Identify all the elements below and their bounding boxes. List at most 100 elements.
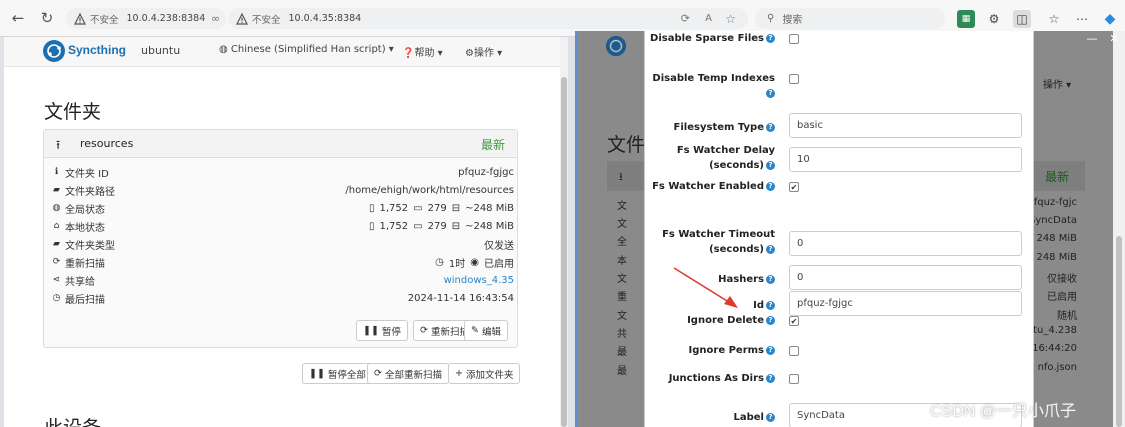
split-screen-icon[interactable]: ◫ [1013,10,1031,28]
actions-menu[interactable]: ⚙操作 ▾ [465,44,502,59]
upload-icon: ⭱ [56,138,61,152]
row-label: 文件夹 ID [65,168,109,180]
back-icon[interactable]: ← [8,8,28,28]
right-scrollbar[interactable] [1113,31,1125,427]
field-label-text: Id [753,300,764,311]
field-label-text: Fs Watcher Timeout (seconds) [662,229,775,255]
checkbox[interactable] [789,34,799,44]
globe-icon: ◍ [52,203,61,213]
field-input[interactable]: 0 [789,231,1022,256]
row-value: 仅发送 [484,240,514,252]
help-icon[interactable]: ? [766,88,775,98]
size: ~248 MiB [465,220,514,232]
button-label: 添加文件夹 [465,369,514,381]
bg-row-value: 248 MiB [1036,252,1077,263]
copilot-icon[interactable]: ◆ [1101,10,1119,28]
translate-icon[interactable]: ⟳ [681,12,690,25]
row-label: 本地状态 [65,222,105,234]
folder-icon: ▰ [53,239,60,249]
right-address-bar[interactable]: 不安全 10.0.4.35:8384 ⟳ A ☆ [228,8,748,29]
row-value: ◷ 1时 ◉ 已启用 [435,255,514,270]
warning-icon [74,12,86,25]
folder-status: 最新 [480,138,505,152]
field-label-text: Fs Watcher Delay (seconds) [676,145,775,171]
left-address-bar[interactable]: 不安全 10.0.4.238:8384 [66,8,226,29]
field-input[interactable]: basic [789,113,1022,138]
row-value: ▯ 1,752 ▭ 279 ⊟ ~248 MiB [369,203,514,214]
left-scrollbar[interactable] [560,37,568,427]
checkbox-checked[interactable]: ✔ [789,182,799,192]
bg-row-label: 共 [617,329,627,340]
folder-panel: ⭱ resources 最新 ℹ 文件夹 ID pfquz-fgjgc ▰ 文件… [43,129,518,348]
bg-row-label: 最 [617,366,627,377]
bg-row-value: 仅接收 [1047,274,1077,285]
button-label: 暂停全部 [327,369,366,381]
shared-device-link[interactable]: windows_4.35 [444,275,514,286]
help-icon[interactable]: ? [766,300,775,310]
checkbox[interactable] [789,346,799,356]
help-icon[interactable]: ? [766,373,775,383]
help-icon[interactable]: ? [766,160,775,170]
help-icon[interactable]: ? [766,315,775,325]
checkbox-checked[interactable]: ✔ [789,316,799,326]
help-icon[interactable]: ? [766,181,775,191]
reload-icon[interactable]: ↻ [37,8,57,28]
favorite-star-icon[interactable]: ☆ [725,12,736,26]
folder-icon: ▭ [413,202,423,214]
pause-button[interactable]: ❚❚ 暂停 [356,320,408,341]
bg-row-value: 随机 [1057,311,1077,322]
field-label-text: Ignore Delete [687,315,764,326]
disk-icon: ⊟ [451,202,461,214]
pause-all-button[interactable]: ❚❚ 暂停全部 [302,363,373,384]
close-icon[interactable]: ✕ [1108,32,1120,45]
this-device-title: 此设备 [44,413,101,427]
folder-header[interactable]: ⭱ resources 最新 [44,130,517,158]
help-icon[interactable]: ? [766,122,775,132]
field-label-text: Disable Sparse Files [650,33,764,44]
extensions-icon[interactable]: ⚙ [985,10,1003,28]
language-menu[interactable]: ◍ Chinese (Simplified Han script) ▾ [219,44,394,55]
minimize-icon[interactable]: — [1086,32,1098,45]
checkbox[interactable] [789,74,799,84]
syncthing-logo-icon [605,35,627,57]
actions-label: 操作 [473,48,494,59]
link-icon[interactable]: ∞ [211,12,220,25]
add-folder-button[interactable]: + 添加文件夹 [448,363,521,384]
help-icon[interactable]: ? [766,274,775,284]
field-input[interactable]: 0 [789,265,1022,290]
refresh-icon: ⟳ [52,257,61,267]
help-icon[interactable]: ? [766,244,775,254]
help-menu[interactable]: ❓帮助 ▾ [402,44,443,59]
bg-row-label: 文 [617,311,627,322]
more-icon[interactable]: ⋯ [1073,10,1091,28]
checkbox[interactable] [789,374,799,384]
search-icon: ⚲ [767,13,775,24]
row-label: 最后扫描 [65,294,105,306]
field-input[interactable]: pfquz-fgjgc [789,291,1022,316]
help-icon[interactable]: ? [766,33,775,43]
info-icon: ℹ [54,167,59,177]
file-icon: ▯ [368,220,375,232]
bg-section-title: 文件 [607,134,646,156]
field-label-text: Junctions As Dirs [668,373,764,384]
field-label: Fs Watcher Enabled? [645,179,775,194]
extension-icon[interactable]: ▦ [957,10,975,28]
read-aloud-icon[interactable]: A [705,13,712,24]
field-label-text: Fs Watcher Enabled [652,181,764,192]
search-box[interactable]: ⚲ 搜索 [755,8,945,29]
favorites-icon[interactable]: ☆ [1045,10,1063,28]
left-scrollbar-thumb[interactable] [561,77,567,427]
field-label: Disable Temp Indexes? [645,71,775,101]
rescan-all-button[interactable]: ⟳ 全部重新扫描 [367,363,449,384]
url-text: 10.0.4.35:8384 [288,13,362,24]
brand-name: Syncthing [68,43,127,57]
field-label: Fs Watcher Timeout (seconds)? [645,227,775,257]
folder-row-path: ▰ 文件夹路径 /home/ehigh/work/html/resources [51,181,514,199]
field-label: Ignore Perms? [645,343,775,358]
right-scrollbar-thumb[interactable] [1116,236,1122,427]
help-icon[interactable]: ? [766,345,775,355]
help-icon[interactable]: ? [766,412,775,422]
field-input[interactable]: 10 [789,147,1022,172]
edit-button[interactable]: ✎ 编辑 [464,320,508,341]
bg-row-label: 最 [617,347,627,358]
